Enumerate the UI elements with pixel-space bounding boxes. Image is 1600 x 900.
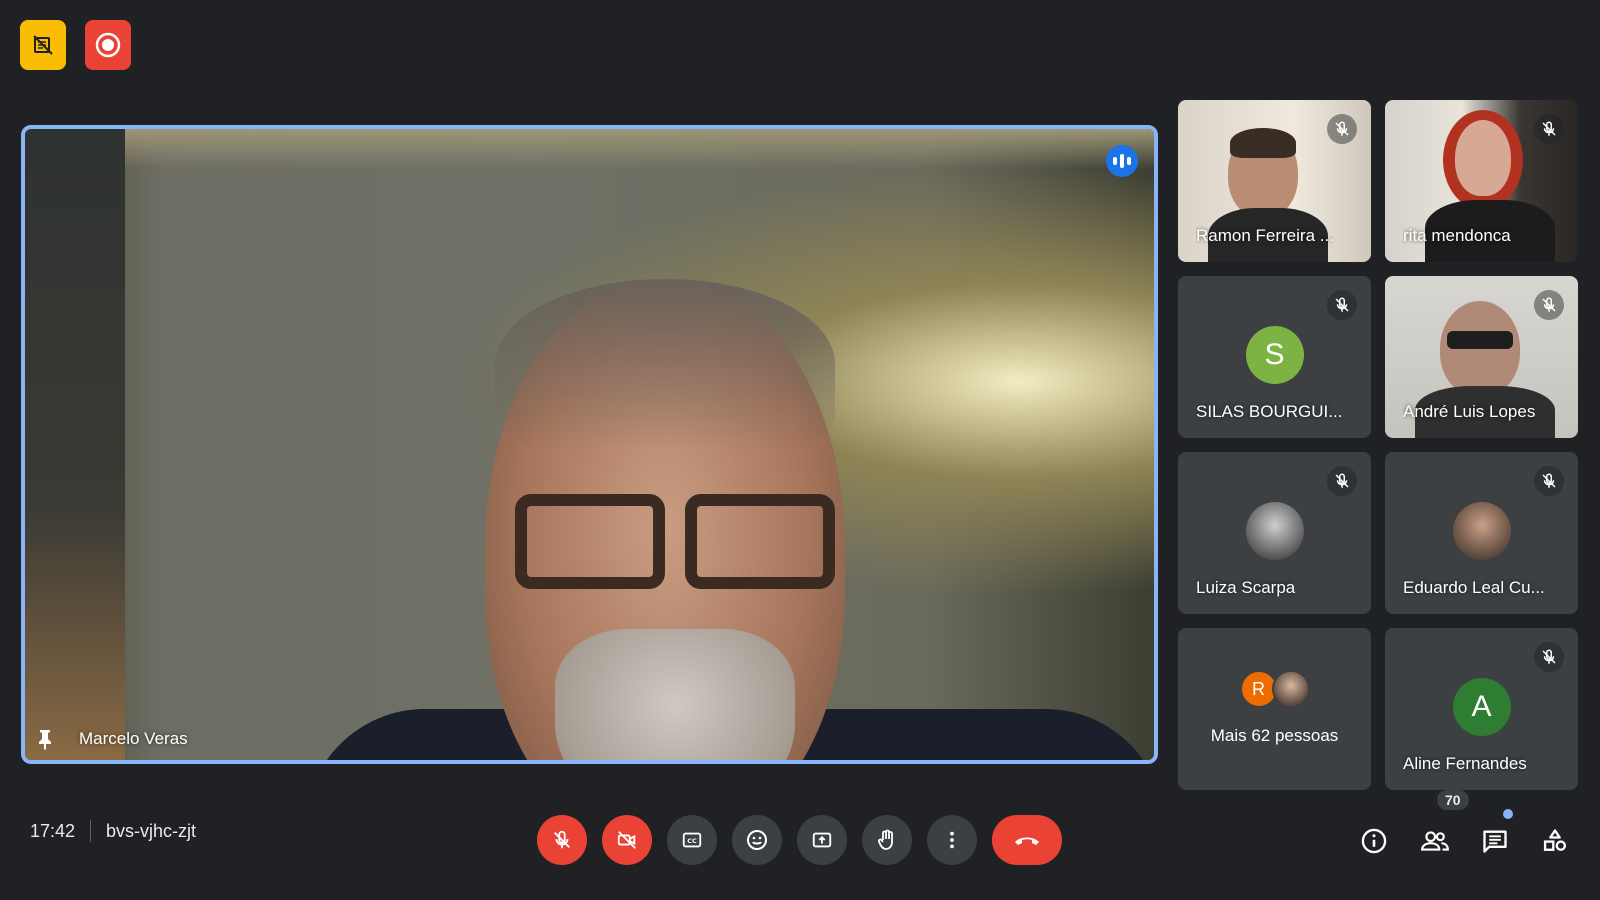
participant-tile-rita[interactable]: rita mendonca [1385,100,1578,262]
bottom-control-bar: 17:42 bvs-vjhc-zjt CC 70 [0,790,1600,900]
participant-tile-luiza[interactable]: Luiza Scarpa [1178,452,1371,614]
speaker-hair [495,279,835,449]
svg-text:CC: CC [687,837,697,845]
meeting-code: bvs-vjhc-zjt [106,820,197,841]
participant-name: SILAS BOURGUI... [1196,402,1343,421]
participant-name: André Luis Lopes [1403,402,1536,421]
participant-name: Eduardo Leal Cu... [1403,578,1545,597]
recording-badge[interactable] [85,20,131,70]
chat-icon [1483,830,1507,853]
more-participants-avatars: R [1239,670,1310,708]
record-icon [95,32,121,58]
closed-caption-icon: CC [682,832,702,848]
hand-icon [878,829,893,850]
present-screen-icon [812,832,832,848]
present-button[interactable] [797,815,847,865]
muted-icon [1534,290,1564,320]
activities-button[interactable] [1537,823,1573,859]
divider [90,820,92,842]
avatar [1452,502,1511,560]
mic-toggle-button[interactable] [537,815,587,865]
participant-tile-andre[interactable]: André Luis Lopes [1385,276,1578,438]
camera-toggle-button[interactable] [602,815,652,865]
activities-icon [1543,829,1567,851]
emoji-icon [747,830,767,850]
more-options-button[interactable] [927,815,977,865]
speaker-glasses [515,494,835,589]
more-participants-tile[interactable]: R Mais 62 pessoas [1178,628,1371,790]
video-background [25,129,1154,169]
main-speaker-name: Marcelo Veras [79,729,188,748]
more-participants-label: Mais 62 pessoas [1210,726,1339,745]
participant-name: rita mendonca [1403,226,1511,245]
muted-icon [1534,114,1564,144]
muted-icon [1327,114,1357,144]
leave-call-button[interactable] [992,815,1062,865]
info-icon [1361,828,1387,854]
main-speaker-tile[interactable]: Marcelo Veras [21,125,1158,764]
no-copy-icon [33,35,53,55]
muted-icon [1327,290,1357,320]
participant-tile-ramon[interactable]: Ramon Ferreira ... [1178,100,1371,262]
call-end-icon [1015,837,1039,845]
meeting-details-button[interactable] [1356,823,1392,859]
captions-button[interactable]: CC [667,815,717,865]
avatar [1245,502,1304,560]
people-count-badge: 70 [1437,790,1469,810]
muted-icon [1327,466,1357,496]
video-background-wall [25,129,125,760]
chat-button[interactable] [1477,823,1513,859]
people-icon [1421,831,1449,851]
avatar: S [1245,326,1304,384]
main-speaker-nameplate: Marcelo Veras [35,728,188,750]
chat-notification-dot [1503,809,1513,819]
participant-tile-aline[interactable]: A Aline Fernandes [1385,628,1578,790]
pin-icon[interactable] [35,728,55,750]
meeting-time: 17:42 [30,820,76,841]
people-button[interactable] [1417,823,1453,859]
meeting-info: 17:42 bvs-vjhc-zjt [30,820,196,842]
participant-name: Aline Fernandes [1403,754,1527,773]
speaking-indicator-icon [1106,145,1138,177]
avatar [1271,670,1310,708]
mic-off-icon [554,830,570,849]
raise-hand-button[interactable] [862,815,912,865]
muted-icon [1534,642,1564,672]
avatar: A [1452,678,1511,736]
speaker-beard [555,629,795,760]
participant-name: Ramon Ferreira ... [1196,226,1334,245]
participant-tile-silas[interactable]: S SILAS BOURGUI... [1178,276,1371,438]
reactions-button[interactable] [732,815,782,865]
participant-tile-eduardo[interactable]: Eduardo Leal Cu... [1385,452,1578,614]
muted-icon [1534,466,1564,496]
no-screen-capture-badge[interactable] [20,20,66,70]
participant-name: Luiza Scarpa [1196,578,1296,597]
videocam-off-icon [617,831,636,849]
more-vert-icon [950,831,954,849]
